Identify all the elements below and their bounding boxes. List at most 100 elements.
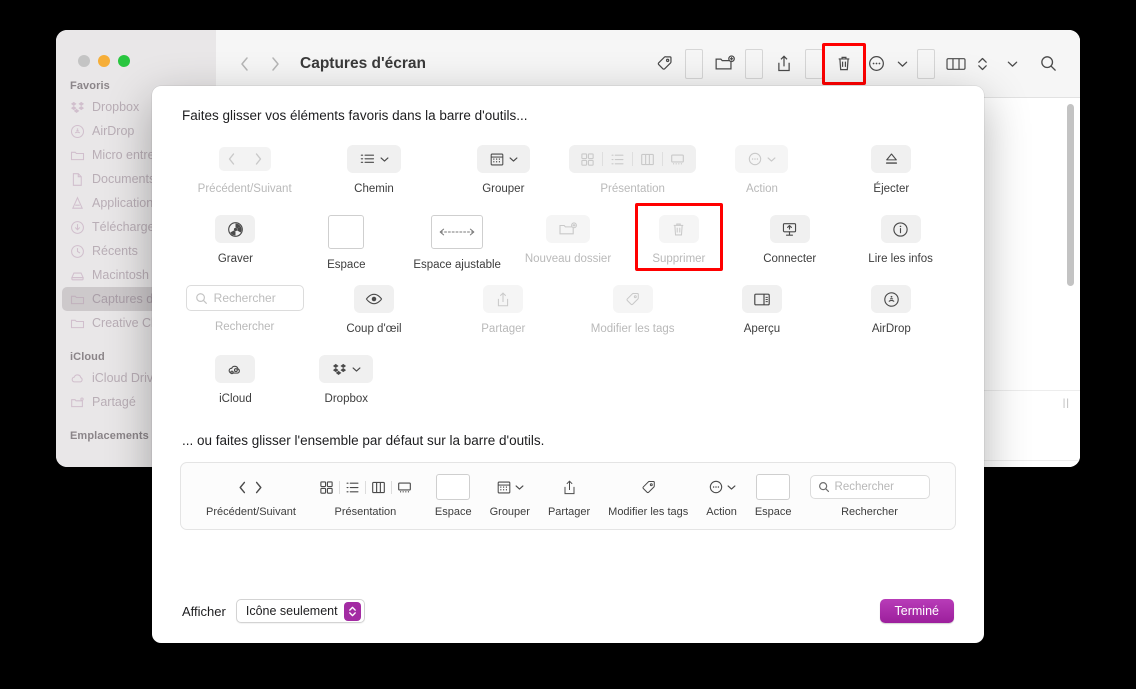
palette-empty-cell — [513, 349, 624, 355]
palette-item-rechercher[interactable]: Rechercher Rechercher — [180, 279, 309, 333]
sort-updown-icon[interactable] — [972, 55, 992, 73]
palette-item-partager[interactable]: Partager — [439, 279, 568, 335]
palette-item-airdrop[interactable]: AirDrop — [827, 279, 956, 335]
sheet-instruction-title: Faites glisser vos éléments favoris dans… — [182, 108, 528, 123]
clock-icon — [70, 244, 85, 259]
tag-icon[interactable] — [648, 49, 680, 79]
space-icon — [756, 474, 791, 500]
group-icon — [476, 145, 530, 173]
default-item-precedent-suivant[interactable]: Précédent/Suivant — [206, 474, 296, 518]
chevron-down-icon[interactable] — [992, 60, 1032, 68]
palette-item-ejecter[interactable]: Éjecter — [827, 139, 956, 195]
search-field-icon[interactable]: Rechercher — [185, 285, 304, 311]
toolbar-item-palette: Précédent/Suivant Chemin Grouper Présent… — [152, 123, 984, 419]
info-icon — [880, 215, 921, 243]
palette-item-graver[interactable]: Graver — [180, 209, 291, 265]
palette-item-espace[interactable]: Espace — [291, 209, 402, 271]
forward-button[interactable] — [260, 49, 290, 79]
palette-item-label: Rechercher — [214, 321, 275, 333]
palette-item-modifier-les-tags[interactable]: Modifier les tags — [568, 279, 697, 335]
palette-item-label: Coup d'œil — [346, 323, 402, 335]
quicklook-eye-icon — [353, 285, 394, 313]
palette-empty-cell — [623, 349, 734, 355]
preview-pane-icon — [741, 285, 782, 313]
default-item-label: Action — [706, 506, 737, 518]
back-forward-icon — [210, 145, 280, 173]
palette-item-label: Présentation — [600, 183, 665, 195]
display-mode-value: Icône seulement — [245, 604, 338, 618]
list-view-icon — [340, 480, 365, 495]
column-view-icon[interactable] — [940, 49, 972, 79]
palette-item-label: AirDrop — [871, 323, 911, 335]
palette-item-label: Supprimer — [652, 253, 706, 265]
palette-item-label: Espace — [327, 259, 366, 271]
maximize-button[interactable] — [118, 55, 130, 67]
palette-item-label: Graver — [217, 253, 253, 265]
palette-item-grouper[interactable]: Grouper — [439, 139, 568, 195]
default-toolbar-set[interactable]: Précédent/Suivant Présentation Espace Gr… — [180, 462, 956, 530]
palette-item-label: Partager — [481, 323, 526, 335]
action-menu-icon[interactable] — [860, 49, 892, 79]
default-item-action[interactable]: Action — [706, 474, 737, 518]
disk-icon — [70, 268, 85, 283]
close-button[interactable] — [78, 55, 90, 67]
palette-item-precedent-suivant[interactable]: Précédent/Suivant — [180, 139, 309, 195]
new-folder-icon[interactable] — [708, 49, 740, 79]
toolbar-right-group — [648, 42, 1064, 85]
search-field-icon: Rechercher — [809, 474, 930, 500]
default-item-espace[interactable]: Espace — [435, 474, 472, 518]
default-item-partager[interactable]: Partager — [548, 474, 590, 518]
palette-item-apercu[interactable]: Aperçu — [697, 279, 826, 335]
palette-item-nouveau-dossier[interactable]: Nouveau dossier — [513, 209, 624, 265]
palette-item-label: Chemin — [354, 183, 394, 195]
palette-item-action[interactable]: Action — [697, 139, 826, 195]
done-button[interactable]: Terminé — [879, 599, 954, 623]
space-icon — [328, 215, 365, 249]
resize-grip[interactable]: || — [1063, 398, 1070, 409]
search-icon[interactable] — [1032, 49, 1064, 79]
chevron-down-icon[interactable] — [892, 60, 912, 68]
default-item-grouper[interactable]: Grouper — [490, 474, 530, 518]
gallery-view-icon — [392, 480, 417, 495]
applications-icon — [70, 195, 85, 211]
sidebar-item-label: AirDrop — [92, 124, 135, 138]
default-item-presentation[interactable]: Présentation — [314, 474, 417, 518]
default-item-modifier-les-tags[interactable]: Modifier les tags — [608, 474, 688, 518]
palette-item-supprimer[interactable]: Supprimer — [623, 209, 734, 265]
gallery-view-icon — [663, 152, 692, 167]
default-item-espace[interactable]: Espace — [755, 474, 792, 518]
icon-view-icon — [573, 152, 602, 167]
palette-item-coup-doeil[interactable]: Coup d'œil — [309, 279, 438, 335]
palette-item-label: Éjecter — [873, 183, 910, 195]
vertical-scrollbar[interactable] — [1067, 104, 1074, 286]
cloud-icon — [70, 371, 85, 386]
trash-icon[interactable] — [822, 42, 866, 85]
palette-item-espace-ajustable[interactable]: Espace ajustable — [402, 209, 513, 271]
dropbox-icon — [70, 100, 85, 115]
share-icon[interactable] — [768, 49, 800, 79]
space-icon — [436, 474, 471, 500]
view-modes-icon — [314, 474, 417, 500]
minimize-button[interactable] — [98, 55, 110, 67]
default-item-label: Précédent/Suivant — [206, 506, 296, 518]
page-title: Captures d'écran — [300, 54, 427, 72]
palette-item-icloud[interactable]: iCloud — [180, 349, 291, 405]
palette-item-dropbox[interactable]: Dropbox — [291, 349, 402, 405]
document-icon — [70, 172, 85, 187]
default-item-label: Espace — [754, 506, 792, 518]
eject-icon — [871, 145, 912, 173]
stepper-arrows-icon[interactable] — [343, 601, 361, 621]
palette-item-chemin[interactable]: Chemin — [309, 139, 438, 195]
palette-item-connecter[interactable]: Connecter — [734, 209, 845, 265]
display-mode-select[interactable]: Icône seulement — [235, 599, 365, 623]
palette-item-presentation[interactable]: Présentation — [568, 139, 697, 195]
burn-icon — [215, 215, 256, 243]
default-item-rechercher[interactable]: Rechercher Rechercher — [809, 474, 930, 518]
palette-row: Rechercher Rechercher Coup d'œil Partage… — [180, 279, 956, 349]
back-button[interactable] — [230, 49, 260, 79]
shared-folder-icon — [70, 395, 85, 410]
palette-empty-cell — [402, 349, 513, 355]
flexible-space-placeholder — [745, 48, 763, 79]
airdrop-icon — [871, 285, 912, 313]
palette-item-lire-les-infos[interactable]: Lire les infos — [845, 209, 956, 265]
